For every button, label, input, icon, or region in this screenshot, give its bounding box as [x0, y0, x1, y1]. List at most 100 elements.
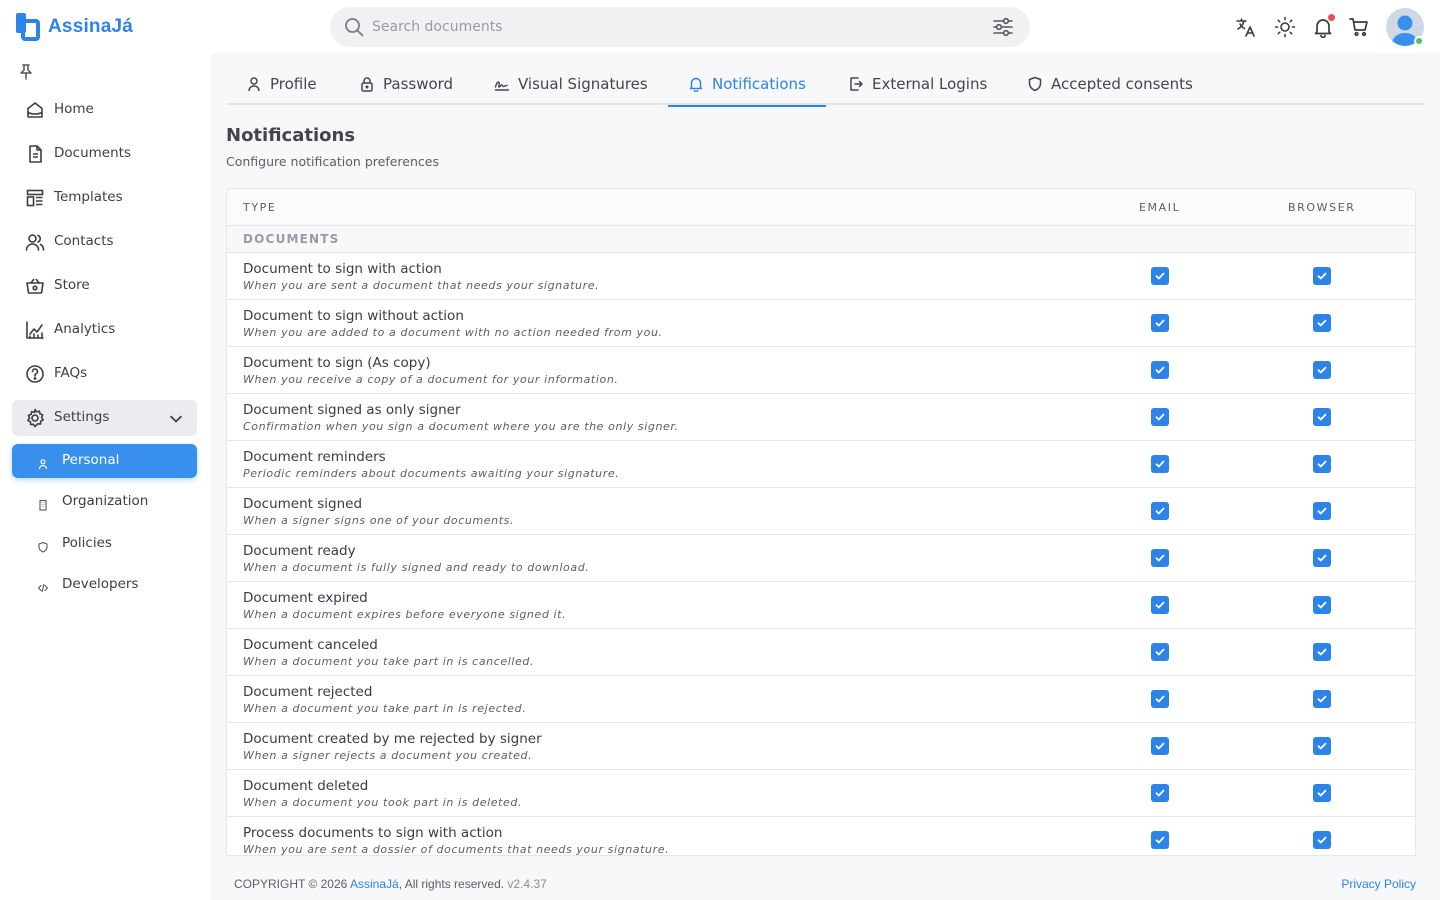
brand-link[interactable]: AssinaJá	[350, 877, 399, 891]
search-input[interactable]	[372, 7, 972, 47]
email-checkbox[interactable]	[1151, 784, 1169, 802]
tab-label: External Logins	[872, 75, 988, 93]
table-row: Document ready When a document is fully s…	[227, 535, 1415, 582]
search-icon	[344, 17, 364, 37]
browser-checkbox[interactable]	[1313, 690, 1331, 708]
browser-checkbox[interactable]	[1313, 502, 1331, 520]
sidebar-item-faqs[interactable]: FAQs	[12, 356, 197, 392]
sidebar-subitem-label: Personal	[62, 452, 120, 468]
home-icon	[25, 100, 45, 120]
settings-tabs: Profile Password Visual Signatures Notif…	[226, 63, 1424, 107]
table-row: Document to sign (As copy) When you recei…	[227, 347, 1415, 394]
online-status-dot	[1414, 36, 1424, 46]
email-checkbox[interactable]	[1151, 267, 1169, 285]
tab-label: Notifications	[712, 75, 806, 93]
email-checkbox[interactable]	[1151, 690, 1169, 708]
translate-icon[interactable]	[1233, 14, 1259, 40]
sidebar-item-analytics[interactable]: Analytics	[12, 312, 197, 348]
browser-checkbox[interactable]	[1313, 643, 1331, 661]
sidebar-item-contacts[interactable]: Contacts	[12, 224, 197, 260]
notification-type-title: Document expired	[243, 590, 368, 606]
table-row: Document canceled When a document you tak…	[227, 629, 1415, 676]
email-checkbox[interactable]	[1151, 737, 1169, 755]
sidebar-item-store[interactable]: Store	[12, 268, 197, 304]
table-header: TYPE EMAIL BROWSER	[227, 189, 1415, 226]
tab-label: Profile	[270, 75, 317, 93]
sidebar-item-home[interactable]: Home	[12, 92, 197, 128]
email-checkbox[interactable]	[1151, 314, 1169, 332]
bell-icon[interactable]	[1310, 14, 1336, 40]
sidebar-subitem-personal[interactable]: Personal	[12, 444, 197, 478]
sidebar-subitem-organization[interactable]: Organization	[12, 485, 197, 519]
notification-type-description: When a document you took part in is dele…	[243, 796, 523, 809]
notification-type-description: When a document is fully signed and read…	[243, 561, 590, 574]
notification-type-description: When a document you take part in is reje…	[243, 702, 527, 715]
browser-checkbox[interactable]	[1313, 784, 1331, 802]
tab-external-logins[interactable]: External Logins	[848, 63, 987, 105]
notification-preferences-table: TYPE EMAIL BROWSER DOCUMENTS Document to…	[226, 188, 1416, 856]
search-bar	[330, 7, 1030, 47]
building-icon	[37, 496, 49, 511]
privacy-policy-link[interactable]: Privacy Policy	[1341, 877, 1416, 891]
email-checkbox[interactable]	[1151, 831, 1169, 849]
brand-logo[interactable]: AssinaJá	[16, 12, 133, 42]
table-row: Document deleted When a document you took…	[227, 770, 1415, 817]
page-subtitle: Configure notification preferences	[226, 154, 439, 169]
email-checkbox[interactable]	[1151, 361, 1169, 379]
group-label: DOCUMENTS	[243, 232, 340, 246]
email-checkbox[interactable]	[1151, 643, 1169, 661]
settings-icon	[25, 408, 45, 428]
sidebar-group-settings[interactable]: Settings	[12, 400, 197, 436]
theme-sun-icon[interactable]	[1272, 14, 1298, 40]
user-icon	[246, 76, 262, 92]
sidebar-item-label: Contacts	[54, 233, 114, 249]
notification-type-description: When a signer signs one of your document…	[243, 514, 515, 527]
notification-type-title: Document to sign with action	[243, 261, 442, 277]
pin-icon[interactable]	[17, 63, 35, 81]
notification-type-title: Process documents to sign with action	[243, 825, 503, 841]
column-header-browser: BROWSER	[1288, 201, 1356, 214]
notification-type-title: Document signed	[243, 496, 363, 512]
tab-accepted-consents[interactable]: Accepted consents	[1027, 63, 1193, 105]
browser-checkbox[interactable]	[1313, 455, 1331, 473]
filter-sliders-icon[interactable]	[992, 16, 1014, 38]
cart-icon[interactable]	[1346, 14, 1372, 40]
notification-type-description: Periodic reminders about documents await…	[243, 467, 620, 480]
table-row: Document signed as only signer Confirmati…	[227, 394, 1415, 441]
lock-icon	[359, 76, 375, 92]
browser-checkbox[interactable]	[1313, 267, 1331, 285]
email-checkbox[interactable]	[1151, 549, 1169, 567]
browser-checkbox[interactable]	[1313, 831, 1331, 849]
table-row: Document to sign without action When you …	[227, 300, 1415, 347]
notification-type-title: Document rejected	[243, 684, 373, 700]
browser-checkbox[interactable]	[1313, 408, 1331, 426]
sidebar-item-templates[interactable]: Templates	[12, 180, 197, 216]
tab-notifications[interactable]: Notifications	[668, 63, 826, 107]
sidebar-subitem-label: Organization	[62, 493, 149, 509]
browser-checkbox[interactable]	[1313, 314, 1331, 332]
email-checkbox[interactable]	[1151, 596, 1169, 614]
sidebar-item-label: Settings	[54, 409, 110, 425]
browser-checkbox[interactable]	[1313, 549, 1331, 567]
browser-checkbox[interactable]	[1313, 737, 1331, 755]
chart-icon	[25, 320, 45, 340]
notification-type-title: Document created by me rejected by signe…	[243, 731, 542, 747]
tab-profile[interactable]: Profile	[246, 63, 317, 105]
email-checkbox[interactable]	[1151, 502, 1169, 520]
app-version: v2.4.37	[507, 877, 547, 891]
tab-label: Password	[383, 75, 454, 93]
sidebar-subitem-policies[interactable]: Policies	[12, 527, 197, 561]
sidebar-item-label: Documents	[54, 145, 131, 161]
tab-password[interactable]: Password	[359, 63, 453, 105]
sidebar-subitem-developers[interactable]: Developers	[12, 568, 197, 602]
basket-icon	[25, 276, 45, 296]
tab-label: Accepted consents	[1051, 75, 1193, 93]
browser-checkbox[interactable]	[1313, 361, 1331, 379]
tab-visual-signatures[interactable]: Visual Signatures	[494, 63, 648, 105]
email-checkbox[interactable]	[1151, 408, 1169, 426]
email-checkbox[interactable]	[1151, 455, 1169, 473]
browser-checkbox[interactable]	[1313, 596, 1331, 614]
notification-type-title: Document signed as only signer	[243, 402, 461, 418]
column-header-type: TYPE	[243, 201, 277, 214]
sidebar-item-documents[interactable]: Documents	[12, 136, 197, 172]
